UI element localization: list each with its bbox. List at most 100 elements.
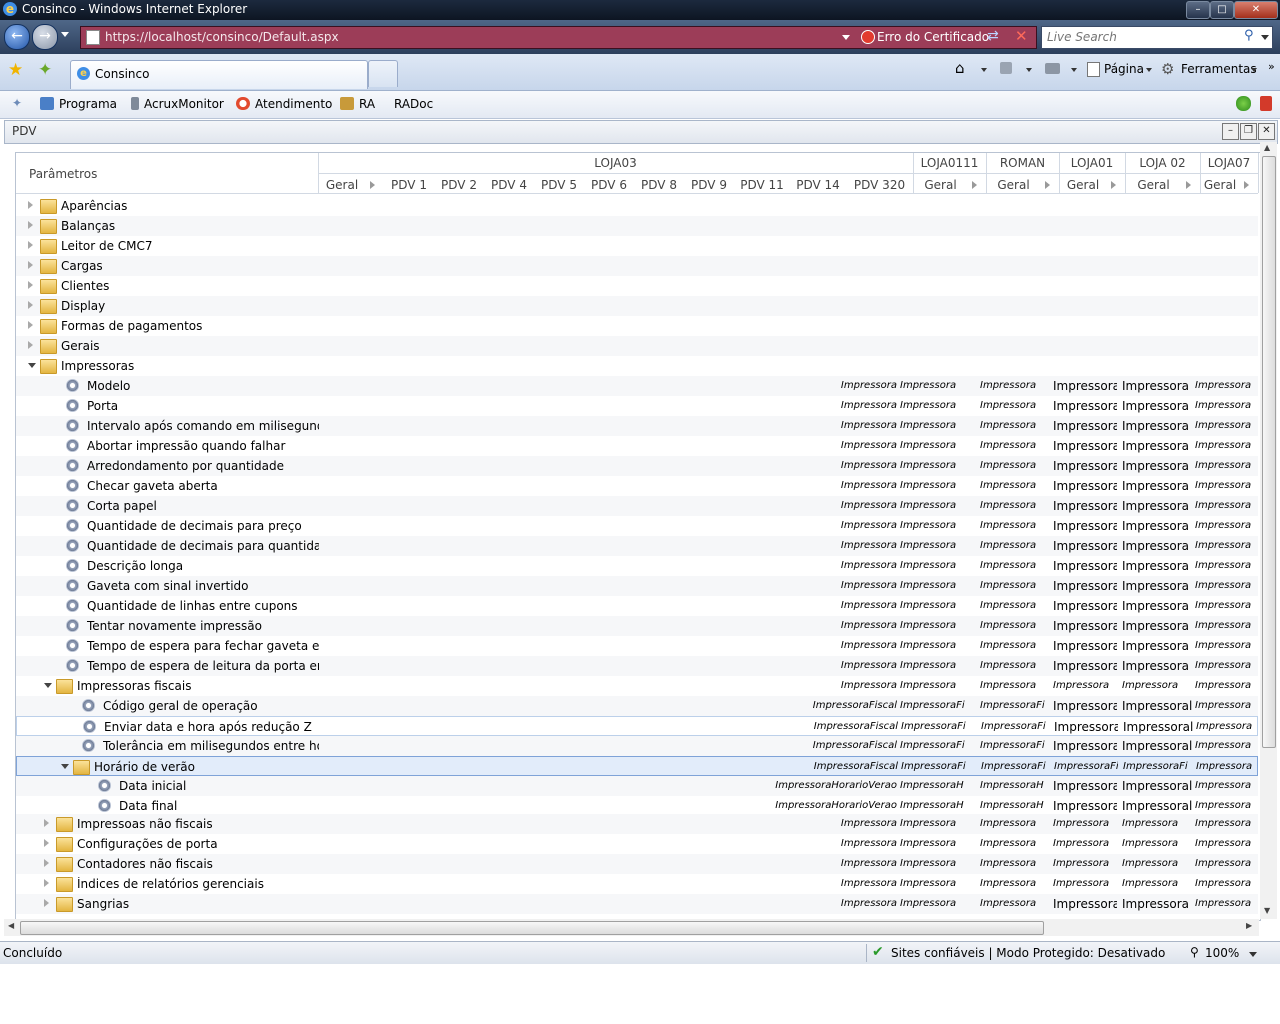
cell-value[interactable]: Impressora bbox=[1053, 599, 1117, 613]
cell-value[interactable]: Impressora bbox=[1053, 680, 1117, 691]
cell-value[interactable]: Impressora bbox=[1195, 600, 1258, 611]
pdv-restore-button[interactable]: ❐ bbox=[1240, 123, 1257, 140]
cell-value[interactable]: Impressora bbox=[1122, 858, 1192, 869]
cell-value[interactable]: Impressoral bbox=[1054, 720, 1118, 734]
cell-value[interactable]: ImpressoraHorarioVerao bbox=[700, 780, 897, 791]
home-icon[interactable]: ⌂ bbox=[955, 59, 965, 77]
cell-value[interactable]: Impressora bbox=[980, 838, 1048, 849]
cell-value[interactable]: Impressora bbox=[900, 460, 975, 471]
cell-value[interactable]: Impressora bbox=[700, 380, 897, 391]
cell-value[interactable]: Impressora bbox=[1195, 780, 1258, 791]
cell-value[interactable]: Impressora bbox=[1195, 500, 1258, 511]
plugin-icon[interactable] bbox=[1236, 96, 1251, 111]
cell-value[interactable]: Impressora bbox=[980, 520, 1048, 531]
cell-value[interactable]: ImpressoraFiscal bbox=[701, 761, 898, 772]
column-header[interactable]: PDV 9 bbox=[684, 178, 734, 192]
cell-value[interactable]: ImpressoraFi bbox=[981, 721, 1049, 732]
cell-value[interactable]: Impressora bbox=[700, 560, 897, 571]
cell-value[interactable]: ImpressoraH bbox=[980, 800, 1048, 811]
cell-value[interactable]: Impressoral bbox=[1123, 720, 1193, 734]
cell-value[interactable]: ImpressoraFi bbox=[980, 700, 1048, 711]
cell-value[interactable]: ImpressoraFi bbox=[1123, 761, 1193, 772]
cell-value[interactable]: Impressora bbox=[1122, 379, 1192, 393]
cell-value[interactable]: Impressora bbox=[900, 400, 975, 411]
cell-value[interactable]: Impressora bbox=[1195, 620, 1258, 631]
cell-value[interactable]: Impressora bbox=[980, 878, 1048, 889]
cell-value[interactable]: Impressora bbox=[1053, 858, 1117, 869]
cell-value[interactable]: Impressora bbox=[1053, 439, 1117, 453]
tree-param-row[interactable]: Tempo de espera para fechar gaveta em mi… bbox=[16, 636, 1258, 656]
tree-folder-row[interactable]: Display bbox=[16, 296, 1258, 316]
tree-param-row[interactable]: Arredondamento por quantidade Impressora I… bbox=[16, 456, 1258, 476]
cell-value[interactable]: Impressora bbox=[1122, 639, 1192, 653]
cell-value[interactable]: Impressora bbox=[1196, 761, 1259, 772]
expand-arrow-icon[interactable] bbox=[28, 301, 33, 309]
tree-folder-row[interactable]: Sangrias Impressora Impressora Impressora Im… bbox=[16, 894, 1258, 914]
cell-value[interactable]: Impressora bbox=[1195, 580, 1258, 591]
cell-value[interactable]: ImpressoraFiscal bbox=[700, 700, 897, 711]
tab-consinco[interactable]: e Consinco bbox=[70, 60, 368, 89]
cell-value[interactable]: ImpressoraFi bbox=[1054, 761, 1118, 772]
cell-value[interactable]: Impressora bbox=[1195, 898, 1258, 909]
cell-value[interactable]: Impressora bbox=[980, 898, 1048, 909]
cell-value[interactable]: Impressora bbox=[900, 640, 975, 651]
search-icon[interactable]: ⚲ bbox=[1244, 28, 1254, 43]
new-tab-button[interactable] bbox=[368, 60, 398, 87]
cell-value[interactable]: Impressora bbox=[1053, 479, 1117, 493]
tree-param-row[interactable]: Corta papel Impressora Impressora Impressor… bbox=[16, 496, 1258, 516]
cell-value[interactable]: Impressora bbox=[980, 680, 1048, 691]
tree-folder-row[interactable]: Índices de relatórios gerenciais Impresso… bbox=[16, 874, 1258, 894]
cell-value[interactable]: Impressora bbox=[980, 380, 1048, 391]
cell-value[interactable]: Impressora bbox=[1195, 380, 1258, 391]
cell-value[interactable]: Impressora bbox=[980, 818, 1048, 829]
cell-value[interactable]: Impressora bbox=[1053, 659, 1117, 673]
collapse-arrow-icon[interactable] bbox=[61, 764, 69, 769]
tree-param-row[interactable]: Descrição longa Impressora Impressora Impre… bbox=[16, 556, 1258, 576]
link-radoc[interactable]: RADoc bbox=[394, 97, 433, 111]
cell-value[interactable]: Impressoral bbox=[1053, 699, 1117, 713]
horizontal-scroll-thumb[interactable] bbox=[20, 921, 1044, 935]
zoom-dropdown-icon[interactable] bbox=[1249, 952, 1257, 957]
favorites-star-icon[interactable]: ★ bbox=[8, 60, 23, 80]
cell-value[interactable]: Impressora bbox=[980, 640, 1048, 651]
cell-value[interactable]: Impressora bbox=[1195, 480, 1258, 491]
cell-value[interactable]: Impressora bbox=[1122, 838, 1192, 849]
expand-column-icon[interactable] bbox=[1186, 181, 1191, 189]
column-header[interactable]: Geral bbox=[318, 178, 366, 192]
cell-value[interactable]: Impressora bbox=[700, 640, 897, 651]
tree-param-row[interactable]: Gaveta com sinal invertido Impressora Impr… bbox=[16, 576, 1258, 596]
tree-folder-row[interactable]: Gerais bbox=[16, 336, 1258, 356]
cell-value[interactable]: Impressora bbox=[1122, 680, 1192, 691]
expand-arrow-icon[interactable] bbox=[28, 241, 33, 249]
certificate-error-icon[interactable] bbox=[861, 30, 875, 44]
chevron-right-icon[interactable]: » bbox=[1268, 60, 1275, 73]
column-header[interactable]: Geral bbox=[913, 178, 968, 192]
column-header[interactable]: Geral bbox=[1059, 178, 1107, 192]
tree-param-row[interactable]: Quantidade de linhas entre cupons Impress… bbox=[16, 596, 1258, 616]
cell-value[interactable]: Impressora bbox=[700, 620, 897, 631]
cell-value[interactable]: Impressora bbox=[1053, 897, 1117, 911]
cell-value[interactable]: Impressora bbox=[1122, 619, 1192, 633]
tree-param-row[interactable]: Intervalo após comando em milisegundos Im… bbox=[16, 416, 1258, 436]
cell-value[interactable]: ImpressoraH bbox=[900, 780, 975, 791]
cell-value[interactable]: Impressora bbox=[1053, 399, 1117, 413]
search-box[interactable]: ⚲ bbox=[1041, 26, 1273, 49]
cell-value[interactable]: Impressora bbox=[1195, 800, 1258, 811]
cell-value[interactable]: Impressora bbox=[700, 520, 897, 531]
cell-value[interactable]: Impressora bbox=[1195, 700, 1258, 711]
column-header[interactable]: Geral bbox=[1200, 178, 1240, 192]
tree-folder-row[interactable]: Balanças bbox=[16, 216, 1258, 236]
cell-value[interactable]: Impressora bbox=[700, 500, 897, 511]
expand-arrow-icon[interactable] bbox=[44, 819, 49, 827]
print-dropdown-icon[interactable] bbox=[1071, 68, 1077, 72]
cell-value[interactable]: Impressora bbox=[980, 660, 1048, 671]
cell-value[interactable]: ImpressoraFi bbox=[980, 740, 1048, 751]
cell-value[interactable]: Impressora bbox=[1195, 878, 1258, 889]
cell-value[interactable]: Impressora bbox=[900, 540, 975, 551]
cell-value[interactable]: ImpressoraH bbox=[980, 780, 1048, 791]
tree-param-row[interactable]: Quantidade de decimais para preço Impress… bbox=[16, 516, 1258, 536]
cell-value[interactable]: Impressora bbox=[700, 580, 897, 591]
page-dropdown-icon[interactable] bbox=[1146, 68, 1152, 72]
cell-value[interactable]: Impressora bbox=[1053, 619, 1117, 633]
expand-arrow-icon[interactable] bbox=[28, 221, 33, 229]
